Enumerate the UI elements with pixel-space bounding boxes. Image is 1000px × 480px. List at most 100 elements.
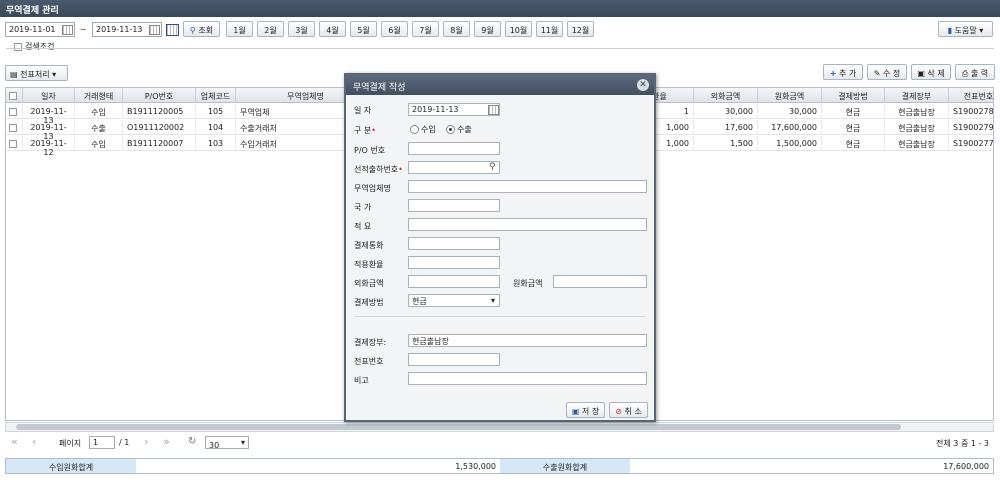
po-input[interactable] [408, 142, 500, 155]
table-cell: 104 [196, 120, 236, 135]
krw-amount-label: 원화금액 [513, 279, 543, 288]
dialog-title: 무역결제 작성 [346, 75, 654, 95]
export-total-value: 17,600,000 [943, 462, 989, 471]
import-total-label: 수입원화합계 [6, 459, 136, 473]
first-page-icon[interactable]: « [11, 435, 18, 448]
radio-unchecked-icon [410, 125, 419, 134]
month-button-3[interactable]: 3월 [288, 21, 315, 37]
column-header[interactable]: 일자 [23, 88, 75, 103]
month-button-9[interactable]: 9월 [474, 21, 501, 37]
search-conditions-checkbox[interactable] [14, 42, 22, 51]
column-header[interactable]: 결제방법 [822, 88, 885, 103]
calendar-picker-icon[interactable] [166, 24, 179, 36]
prev-page-icon[interactable]: ‹ [32, 435, 36, 448]
close-icon[interactable]: ✕ [637, 79, 649, 91]
ship-input[interactable] [408, 161, 500, 174]
column-header[interactable]: 업체코드 [196, 88, 236, 103]
calendar-icon[interactable] [149, 25, 160, 35]
dialog-date-input[interactable]: 2019-11-13 [408, 103, 500, 116]
month-button-5[interactable]: 5월 [350, 21, 377, 37]
currency-input[interactable] [408, 237, 500, 250]
edit-button[interactable]: ✎ 수 정 [867, 64, 907, 80]
column-header[interactable]: 결제장부 [885, 88, 949, 103]
cancel-button[interactable]: ⊘ 취 소 [609, 402, 648, 418]
table-cell: S1900279 [949, 120, 993, 135]
table-cell: 수입 [75, 104, 123, 119]
radio-checked-icon [446, 125, 455, 134]
column-header[interactable]: 외화금액 [694, 88, 758, 103]
month-button-11[interactable]: 11월 [536, 21, 563, 37]
pager: « ‹ 페이지 1 / 1 › » ↻ 30 ▾ 전체 3 중 1 - 3 [5, 434, 994, 452]
page-label: 페이지 [59, 439, 82, 448]
row-checkbox[interactable] [6, 104, 23, 119]
add-button[interactable]: + 추 가 [823, 64, 863, 80]
search-icon: ⚲ [189, 26, 196, 35]
table-cell: 현금출납장 [885, 120, 949, 135]
foreign-amount-input[interactable] [408, 275, 500, 288]
calendar-icon[interactable] [488, 105, 499, 115]
company-input[interactable] [408, 180, 647, 193]
table-cell: 현금출납장 [885, 104, 949, 119]
memo-input[interactable] [408, 218, 647, 231]
table-cell: 103 [196, 136, 236, 151]
month-button-2[interactable]: 2월 [257, 21, 284, 37]
month-button-4[interactable]: 4월 [319, 21, 346, 37]
table-cell: 2019-11-12 [23, 136, 75, 157]
column-header[interactable]: 전표번호 [949, 88, 993, 103]
horizontal-scrollbar[interactable] [5, 422, 994, 432]
divider [354, 316, 646, 317]
country-input[interactable] [408, 199, 500, 212]
table-cell: 105 [196, 104, 236, 119]
page-size-select[interactable]: 30 ▾ [205, 436, 249, 450]
type-import-radio[interactable]: 수입 [410, 124, 436, 135]
delete-button[interactable]: ▣ 삭 제 [911, 64, 951, 80]
row-checkbox[interactable] [6, 136, 23, 151]
rate-input[interactable] [408, 256, 500, 269]
save-button[interactable]: ▣ 저 장 [566, 402, 605, 418]
last-page-icon[interactable]: » [163, 435, 170, 448]
month-button-6[interactable]: 6월 [381, 21, 408, 37]
krw-amount-input[interactable] [553, 275, 647, 288]
country-label: 국 가 [354, 203, 372, 212]
slip-no-input[interactable] [408, 353, 500, 366]
search-button[interactable]: ⚲ 조회 [183, 21, 220, 37]
print-button[interactable]: ⎙ 출 력 [955, 64, 995, 80]
row-checkbox[interactable] [6, 120, 23, 135]
next-page-icon[interactable]: › [144, 435, 148, 448]
type-export-radio[interactable]: 수출 [446, 124, 472, 135]
ledger-input[interactable]: 현금출납장 [408, 334, 647, 347]
export-total-label: 수출원화합계 [500, 459, 630, 473]
table-cell: 1,500 [694, 136, 758, 151]
date-label: 일 자 [354, 106, 372, 115]
help-button[interactable]: ▮ 도움말 ▾ [938, 21, 993, 37]
month-button-7[interactable]: 7월 [412, 21, 439, 37]
slip-process-dropdown[interactable]: ▤ 전표처리 ▾ [5, 65, 68, 81]
divider [6, 48, 994, 49]
page-input[interactable]: 1 [89, 436, 115, 449]
date-range-separator: ~ [80, 25, 87, 34]
column-header[interactable]: P/O번호 [123, 88, 196, 103]
refresh-icon[interactable]: ↻ [188, 436, 196, 447]
foreign-amount-label: 외화금액 [354, 279, 384, 288]
column-header[interactable]: 거래형태 [75, 88, 123, 103]
month-button-8[interactable]: 8월 [443, 21, 470, 37]
table-cell: O1911120002 [123, 120, 196, 135]
scrollbar-thumb[interactable] [16, 424, 901, 430]
method-select[interactable]: 현금 ▾ [408, 294, 500, 307]
table-cell: S1900277 [949, 136, 993, 151]
plus-icon: + [829, 69, 837, 78]
note-input[interactable] [408, 372, 647, 385]
table-cell: B1911120005 [123, 104, 196, 119]
checkbox-icon [9, 123, 17, 132]
calendar-icon[interactable] [62, 25, 73, 35]
month-button-12[interactable]: 12월 [567, 21, 594, 37]
company-label: 무역업체명 [354, 184, 391, 193]
select-all-checkbox[interactable] [6, 88, 23, 103]
search-icon[interactable]: ⚲ [489, 162, 496, 172]
printer-icon: ⎙ [961, 69, 969, 78]
month-button-1[interactable]: 1월 [226, 21, 253, 37]
ledger-label: 결제장부: [354, 338, 387, 347]
month-button-10[interactable]: 10월 [505, 21, 532, 37]
column-header[interactable]: 원화금액 [758, 88, 822, 103]
search-conditions-toggle[interactable]: 검색조건 [14, 41, 54, 52]
